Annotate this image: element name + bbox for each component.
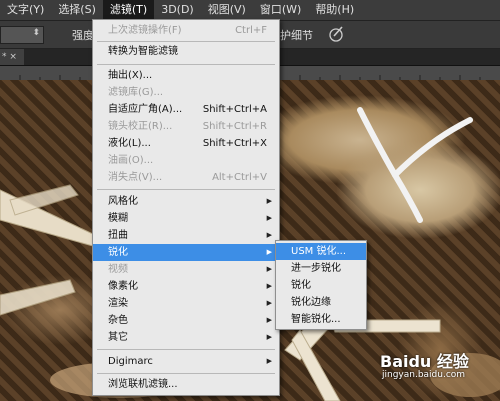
menu-type[interactable]: 文字(Y) xyxy=(0,0,51,20)
document-tab[interactable]: * × xyxy=(0,49,24,65)
menu-item-digimarc[interactable]: Digimarc ▶ xyxy=(93,353,279,370)
submenu-arrow-icon: ▶ xyxy=(266,357,272,365)
menu-item-filter-gallery: 滤镜库(G)... xyxy=(108,87,164,98)
menu-item-video: 视频 ▶ xyxy=(93,261,279,278)
submenu-arrow-icon: ▶ xyxy=(266,231,272,239)
menu-item-sharpen[interactable]: 锐化 ▶ xyxy=(93,244,279,261)
menu-separator xyxy=(97,189,275,190)
baidu-watermark: Baidu 经验 jingyan.baidu.com xyxy=(380,348,495,386)
submenu-item-sharpen-edges[interactable]: 锐化边缘 xyxy=(276,294,366,311)
menu-separator xyxy=(97,349,275,350)
submenu-arrow-icon: ▶ xyxy=(266,197,272,205)
menu-separator xyxy=(97,373,275,374)
white-branch-illustration xyxy=(357,107,473,223)
menu-3d[interactable]: 3D(D) xyxy=(154,0,201,20)
mode-select[interactable]: ⬍ xyxy=(0,26,44,44)
menu-item-last-filter: 上次滤镜操作(F) Ctrl+F xyxy=(108,25,267,36)
protect-detail-checkbox-label[interactable]: 护细节 xyxy=(280,27,313,43)
filter-dropdown-menu: 上次滤镜操作(F) Ctrl+F 转换为智能滤镜 抽出(X)... 滤镜库(G)… xyxy=(92,19,280,396)
sharpen-submenu: USM 锐化... 进一步锐化 锐化 锐化边缘 智能锐化... xyxy=(275,240,367,330)
menu-help[interactable]: 帮助(H) xyxy=(308,0,361,20)
menu-item-adaptive-wide-angle[interactable]: 自适应广角(A)... Shift+Ctrl+A xyxy=(93,101,279,118)
submenu-arrow-icon: ▶ xyxy=(266,265,272,273)
menu-item-convert-smart-filter[interactable]: 转换为智能滤镜 xyxy=(93,43,279,60)
starfish-left-illustration xyxy=(0,184,101,316)
menu-item-noise[interactable]: 杂色 ▶ xyxy=(93,312,279,329)
strength-label: 强度 xyxy=(72,29,94,42)
menu-bar: 文字(Y) 选择(S) 滤镜(T) 3D(D) 视图(V) 窗口(W) 帮助(H… xyxy=(0,0,500,21)
baidu-logo: Baidu 经验 xyxy=(380,352,469,371)
menu-item-liquify[interactable]: 液化(L)... Shift+Ctrl+X xyxy=(93,135,279,152)
submenu-arrow-icon: ▶ xyxy=(266,299,272,307)
brush-pressure-icon[interactable] xyxy=(326,24,346,44)
submenu-arrow-icon: ▶ xyxy=(266,214,272,222)
menu-item-other[interactable]: 其它 ▶ xyxy=(93,329,279,346)
submenu-arrow-icon: ▶ xyxy=(266,333,272,341)
submenu-arrow-icon: ▶ xyxy=(266,282,272,290)
menu-separator xyxy=(97,64,275,65)
menu-item-distort[interactable]: 扭曲 ▶ xyxy=(93,227,279,244)
submenu-item-usm-sharpen[interactable]: USM 锐化... xyxy=(276,243,366,260)
submenu-item-sharpen[interactable]: 锐化 xyxy=(276,277,366,294)
menu-window[interactable]: 窗口(W) xyxy=(253,0,308,20)
watermark-url: jingyan.baidu.com xyxy=(382,370,466,380)
menu-item-render[interactable]: 渲染 ▶ xyxy=(93,295,279,312)
menu-select[interactable]: 选择(S) xyxy=(51,0,103,20)
submenu-arrow-icon: ▶ xyxy=(266,316,272,324)
menu-filter[interactable]: 滤镜(T) xyxy=(102,0,155,20)
submenu-item-sharpen-more[interactable]: 进一步锐化 xyxy=(276,260,366,277)
menu-item-oil-paint: 油画(O)... xyxy=(108,155,154,166)
menu-item-pixelate[interactable]: 像素化 ▶ xyxy=(93,278,279,295)
menu-item-browse-online-filters[interactable]: 浏览联机滤镜... xyxy=(93,376,279,393)
chevron-updown-icon: ⬍ xyxy=(32,28,40,38)
menu-item-stylize[interactable]: 风格化 ▶ xyxy=(93,193,279,210)
menu-view[interactable]: 视图(V) xyxy=(201,0,253,20)
menu-item-vanishing-point: 消失点(V)... Alt+Ctrl+V xyxy=(108,172,267,183)
menu-item-extract[interactable]: 抽出(X)... xyxy=(93,67,279,84)
submenu-item-smart-sharpen[interactable]: 智能锐化... xyxy=(276,311,366,328)
menu-item-blur[interactable]: 模糊 ▶ xyxy=(93,210,279,227)
menu-separator xyxy=(97,41,275,42)
submenu-arrow-icon: ▶ xyxy=(266,248,272,256)
menu-item-lens-correction: 镜头校正(R)... Shift+Ctrl+R xyxy=(108,121,267,132)
